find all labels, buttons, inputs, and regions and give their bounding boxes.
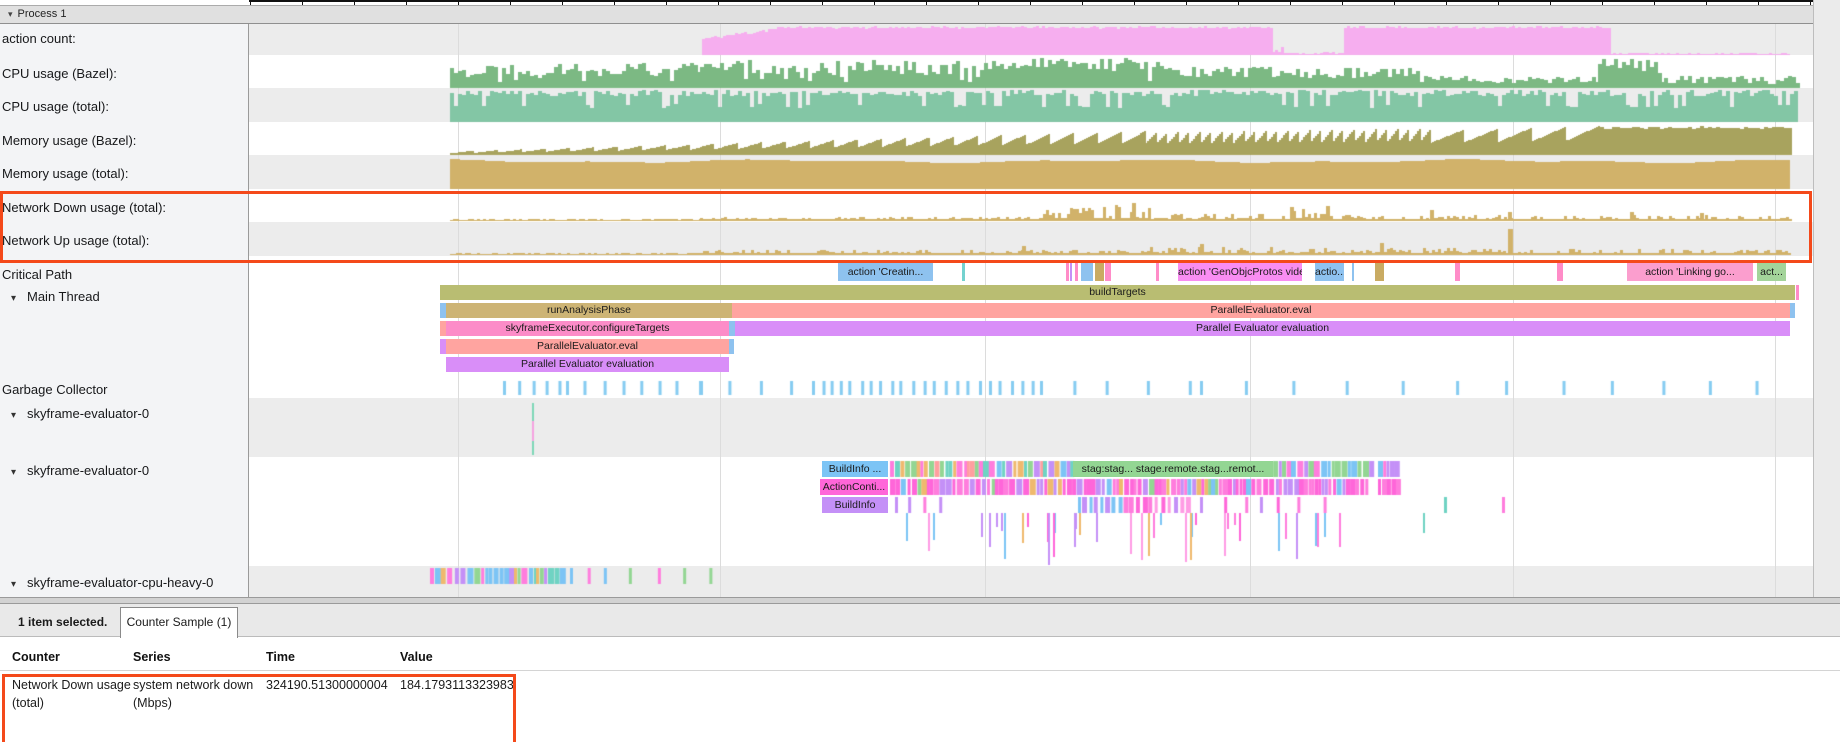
timeline-event-tick[interactable] [1790, 303, 1795, 318]
timeline-event-tick[interactable] [1352, 263, 1354, 281]
timeline-event-block[interactable]: Parallel Evaluator evaluation [446, 357, 729, 372]
track-label-text: skyframe-evaluator-0 [27, 406, 149, 421]
timeline-event-block[interactable]: stag:stag... stage.remote.stag...remot..… [1073, 461, 1273, 477]
collapse-triangle-icon[interactable]: ▾ [11, 579, 27, 590]
timeline-event-tick[interactable] [1156, 263, 1159, 281]
highlight-box-table [2, 674, 516, 742]
timeline-event-block[interactable]: action 'Creatin... [838, 263, 933, 281]
timeline-event-block[interactable]: act... [1757, 263, 1786, 281]
col-header-series: Series [133, 650, 171, 664]
process-header-row[interactable]: ▾ Process 1 [0, 5, 1813, 24]
timeline-event-tick[interactable] [1070, 263, 1072, 281]
track-label-text: skyframe-evaluator-cpu-heavy-0 [27, 575, 213, 590]
collapse-triangle-icon[interactable]: ▾ [11, 410, 27, 421]
collapse-triangle-icon[interactable]: ▾ [8, 9, 13, 19]
timeline-event-tick[interactable] [1105, 263, 1111, 281]
track-label-text: Critical Path [2, 267, 72, 282]
timeline-event-tick[interactable] [1557, 263, 1563, 281]
process-title: Process 1 [18, 8, 67, 20]
track-label[interactable]: Critical Path [2, 267, 72, 282]
track-label[interactable]: ▾skyframe-evaluator-0 [2, 463, 149, 478]
timeline-event-tick[interactable] [1375, 263, 1384, 281]
timeline-event-block[interactable]: action 'Linking go... [1627, 263, 1753, 281]
track-label[interactable]: ▾skyframe-evaluator-0 [2, 406, 149, 421]
detail-panel: 1 item selected. Counter Sample (1) Coun… [0, 604, 1840, 742]
track-label[interactable]: ▾skyframe-evaluator-cpu-heavy-0 [2, 575, 213, 590]
col-header-counter: Counter [12, 650, 60, 664]
timeline-event-block[interactable]: action 'GenObjcProtos video/... [1178, 263, 1302, 281]
col-header-value: Value [400, 650, 433, 664]
track-label-text: CPU usage (Bazel): [2, 66, 117, 81]
timeline-event-block[interactable]: runAnalysisPhase [446, 303, 732, 318]
track-label-text: Memory usage (total): [2, 166, 128, 181]
track-label[interactable]: action count: [2, 31, 76, 46]
timeline-event-block[interactable]: BuildInfo ... [822, 461, 888, 477]
track-label-text: action count: [2, 31, 76, 46]
timeline-event-tick[interactable] [729, 339, 734, 354]
track-label[interactable]: Memory usage (Bazel): [2, 133, 136, 148]
track-label[interactable]: CPU usage (Bazel): [2, 66, 117, 81]
timeline-event-tick[interactable] [1796, 285, 1799, 300]
tab-counter-sample[interactable]: Counter Sample (1) [120, 607, 238, 638]
track-label[interactable]: Memory usage (total): [2, 166, 128, 181]
timeline-event-block[interactable]: skyframeExecutor.configureTargets [446, 321, 729, 336]
col-header-time: Time [266, 650, 295, 664]
timeline-event-tick[interactable] [1081, 263, 1093, 281]
timeline-event-block[interactable]: ParallelEvaluator.eval [732, 303, 1790, 318]
panel-divider[interactable] [0, 597, 1840, 604]
collapse-triangle-icon[interactable]: ▾ [11, 293, 27, 304]
track-label-text: Main Thread [27, 289, 100, 304]
timeline-event-block[interactable]: ParallelEvaluator.eval [446, 339, 729, 354]
timeline-event-block[interactable]: Parallel Evaluator evaluation [735, 321, 1790, 336]
track-label-text: Memory usage (Bazel): [2, 133, 136, 148]
timeline-event-tick[interactable] [1066, 263, 1069, 281]
detail-table-area: Counter Series Time Value Network Down u… [0, 636, 1840, 742]
track-label[interactable]: ▾Main Thread [2, 289, 100, 304]
timeline-event-block[interactable]: ActionConti... [820, 479, 888, 495]
timeline-area[interactable]: action 'Creatin... action 'GenObjcProtos … [249, 24, 1813, 597]
timeline-event-tick[interactable] [1095, 263, 1104, 281]
timeline-event-block[interactable]: actio... [1315, 263, 1344, 281]
timeline-event-tick[interactable] [962, 263, 965, 281]
selection-status: 1 item selected. [18, 615, 107, 629]
highlight-box-network-rows [0, 191, 1812, 263]
track-label-text: Garbage Collector [2, 382, 108, 397]
track-label-text: skyframe-evaluator-0 [27, 463, 149, 478]
timeline-event-tick[interactable] [1075, 263, 1078, 281]
trace-viewer-app: ▾ Process 1 action count: CPU usage (Bazel… [0, 0, 1840, 742]
track-label-text: CPU usage (total): [2, 99, 109, 114]
track-label-panel: action count: CPU usage (Bazel): CPU usage… [0, 24, 249, 597]
collapse-triangle-icon[interactable]: ▾ [11, 467, 27, 478]
track-label[interactable]: CPU usage (total): [2, 99, 109, 114]
table-header-separator [0, 670, 1840, 671]
timeline-event-tick[interactable] [1455, 263, 1460, 281]
track-label[interactable]: Garbage Collector [2, 382, 108, 397]
ruler-baseline [249, 0, 1813, 2]
timeline-right-margin [1813, 0, 1840, 597]
timeline-event-block[interactable]: BuildInfo [822, 497, 888, 513]
timeline-event-block[interactable]: buildTargets [440, 285, 1795, 300]
